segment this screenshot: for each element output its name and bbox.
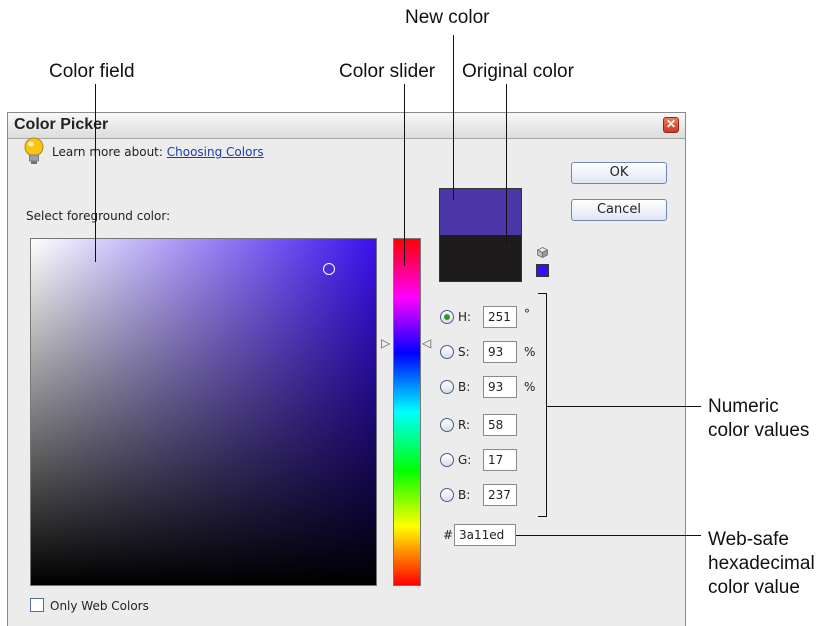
label-green: G: [458,453,472,467]
leader-color-slider [404,84,405,266]
label-blue: B: [458,488,471,502]
label-hue: H: [458,310,472,324]
bracket-numeric-vertical [546,293,547,516]
leader-web-safe [516,535,701,536]
callout-new-color: New color [405,7,490,28]
learn-more-label: Learn more about: [52,145,163,159]
saturation-unit: % [524,345,536,359]
green-input[interactable]: 17 [483,449,517,471]
blue-input[interactable]: 237 [483,484,517,506]
leader-color-field [95,84,96,262]
cube-icon[interactable] [537,247,548,258]
color-field-marker[interactable] [323,263,335,275]
close-icon: ✕ [665,117,677,131]
callout-web-line2: hexadecimal [708,553,815,574]
original-color-swatch[interactable] [439,235,522,282]
hash-label: # [443,528,454,542]
color-picker-dialog: Color Picker ✕ Learn more about: Choosin… [7,112,686,626]
callout-original-color: Original color [462,61,574,82]
radio-hue[interactable] [440,310,454,324]
close-button[interactable]: ✕ [663,117,679,133]
learn-more-row: Learn more about: Choosing Colors [52,145,264,159]
callout-numeric-line2: color values [708,420,810,441]
radio-saturation[interactable] [440,345,454,359]
only-web-colors-checkbox[interactable] [30,598,44,612]
new-color-swatch [439,188,522,235]
ok-button[interactable]: OK [571,162,667,184]
brightness-unit: % [524,380,536,394]
saturation-input[interactable]: 93 [483,341,517,363]
radio-blue[interactable] [440,488,454,502]
bracket-numeric-bottom [538,516,547,517]
label-saturation: S: [458,345,470,359]
web-safe-swatch[interactable] [536,264,549,277]
radio-red[interactable] [440,418,454,432]
title-bar[interactable]: Color Picker ✕ [8,113,685,139]
hue-input[interactable]: 251 [483,306,517,328]
callout-color-field: Color field [49,61,135,82]
hex-input[interactable]: 3a11ed [454,524,516,546]
brightness-input[interactable]: 93 [483,376,517,398]
callout-web-line3: color value [708,577,800,598]
color-field[interactable] [30,238,377,586]
lightbulb-icon [24,137,44,164]
callout-web-line1: Web-safe [708,529,789,550]
leader-new-color [453,35,454,200]
callout-numeric-line1: Numeric [708,396,779,417]
triangle-right-icon[interactable]: ▷ [381,337,390,349]
select-foreground-label: Select foreground color: [26,209,171,223]
radio-green[interactable] [440,453,454,467]
color-slider[interactable] [393,238,421,586]
cancel-button[interactable]: Cancel [571,199,667,221]
leader-original-color [506,84,507,244]
label-red: R: [458,418,471,432]
leader-numeric [547,406,701,407]
choosing-colors-link[interactable]: Choosing Colors [167,145,264,159]
red-input[interactable]: 58 [483,414,517,436]
callout-color-slider: Color slider [339,61,436,82]
label-brightness: B: [458,380,471,394]
hue-unit: ° [524,307,530,321]
triangle-left-icon[interactable]: ◁ [422,337,431,349]
radio-brightness[interactable] [440,380,454,394]
only-web-colors-label: Only Web Colors [50,599,149,613]
